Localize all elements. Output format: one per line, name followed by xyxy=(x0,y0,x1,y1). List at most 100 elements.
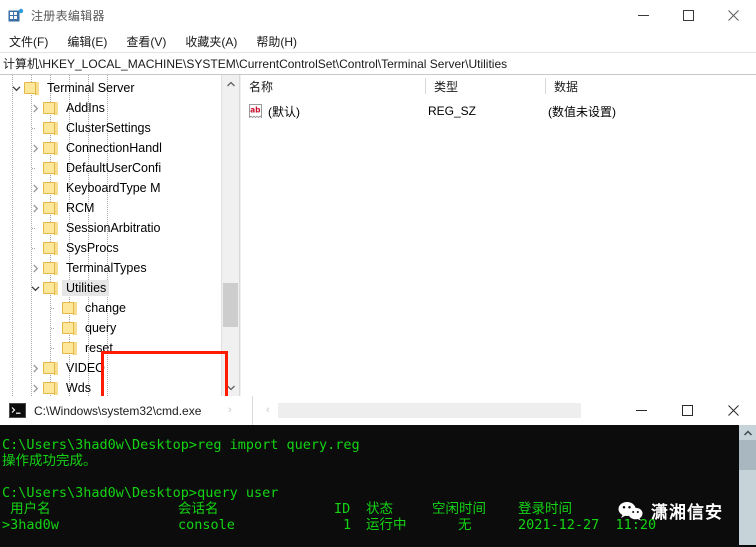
query-user-header-idle: 空闲时间 xyxy=(432,501,486,517)
column-header-type-label: 类型 xyxy=(434,79,459,94)
tree-item-rcm[interactable]: RCM xyxy=(0,198,239,218)
query-user-header-username: 用户名 xyxy=(2,501,51,517)
column-header-type[interactable]: 类型 xyxy=(426,75,546,97)
tree-item-clustersettings[interactable]: ClusterSettings xyxy=(0,118,239,138)
cmd-window: C:\Windows\system32\cmd.exe › ‹ C:\Users… xyxy=(0,396,756,547)
regedit-panes: Terminal Server AddIns ClusterSettings Conn… xyxy=(0,75,756,396)
tree-item-wds[interactable]: Wds xyxy=(0,378,239,396)
folder-icon xyxy=(43,201,60,215)
folder-icon xyxy=(43,281,60,295)
value-name-text: (默认) xyxy=(268,104,300,119)
scroll-up-icon[interactable] xyxy=(222,75,239,92)
tree-item-connectionhandl[interactable]: ConnectionHandl xyxy=(0,138,239,158)
tree-item-query[interactable]: query xyxy=(0,318,239,338)
chevron-right-icon[interactable] xyxy=(27,378,43,396)
maximize-button[interactable] xyxy=(666,0,711,31)
chevron-right-icon[interactable] xyxy=(27,178,43,198)
watermark-text: 潇湘信安 xyxy=(651,503,723,523)
chevron-right-icon[interactable] xyxy=(27,138,43,158)
tree-item-reset[interactable]: reset xyxy=(0,338,239,358)
value-type-cell: REG_SZ xyxy=(428,104,477,118)
folder-icon xyxy=(43,221,60,235)
tree-item-addins[interactable]: AddIns xyxy=(0,98,239,118)
tree-item-label: reset xyxy=(85,341,113,355)
tree-item-change[interactable]: change xyxy=(0,298,239,318)
registry-values-pane[interactable]: 名称 类型 数据 ab (默认) REG_SZ (数值未设置) xyxy=(241,75,756,396)
menu-favorites[interactable]: 收藏夹(A) xyxy=(185,33,237,50)
tree-item-sysprocs[interactable]: SysProcs xyxy=(0,238,239,258)
menu-help[interactable]: 帮助(H) xyxy=(256,33,297,50)
tree-item-label: ClusterSettings xyxy=(66,121,151,135)
console-line-command-2: C:\Users\3had0w\Desktop>query user xyxy=(2,485,279,501)
folder-icon xyxy=(43,141,60,155)
chevron-right-icon[interactable] xyxy=(27,98,43,118)
chevron-right-icon[interactable] xyxy=(27,198,43,218)
tree-connector xyxy=(27,158,43,178)
menu-edit[interactable]: 编辑(E) xyxy=(67,33,107,50)
cmd-close-button[interactable] xyxy=(710,396,756,425)
svg-text:ab: ab xyxy=(250,106,261,115)
tree-item-label: query xyxy=(85,321,117,335)
tree-item-sessionarbitratio[interactable]: SessionArbitratio xyxy=(0,218,239,238)
console-output[interactable]: C:\Users\3had0w\Desktop>reg import query… xyxy=(0,425,756,547)
query-user-cell-id: 1 xyxy=(343,517,352,533)
value-name-cell: ab (默认) xyxy=(248,100,300,122)
console-scrollbar[interactable] xyxy=(739,425,756,547)
tree-connector xyxy=(46,318,62,338)
tree-connector xyxy=(46,338,62,358)
cmd-title-divider xyxy=(252,396,253,425)
address-bar[interactable]: 计算机\HKEY_LOCAL_MACHINE\SYSTEM\CurrentCon… xyxy=(0,52,756,75)
query-user-header-session: 会话名 xyxy=(178,501,219,517)
tree-connector xyxy=(27,238,43,258)
tree-item-label: AddIns xyxy=(66,101,105,115)
scroll-down-icon[interactable] xyxy=(222,379,239,396)
console-line-command-1: C:\Users\3had0w\Desktop>reg import query… xyxy=(2,437,360,453)
query-user-cell-state: 运行中 xyxy=(366,517,407,533)
chevron-down-icon[interactable] xyxy=(8,78,24,98)
values-row[interactable]: ab (默认) REG_SZ (数值未设置) xyxy=(241,100,756,122)
folder-icon xyxy=(43,241,60,255)
tree-item-video[interactable]: VIDEO xyxy=(0,358,239,378)
menu-file[interactable]: 文件(F) xyxy=(9,33,48,50)
cmd-minimize-button[interactable] xyxy=(618,396,664,425)
folder-icon xyxy=(43,361,60,375)
registry-tree-pane[interactable]: Terminal Server AddIns ClusterSettings Conn… xyxy=(0,75,239,396)
registry-tree: Terminal Server AddIns ClusterSettings Conn… xyxy=(0,75,239,396)
cmd-titlebar: C:\Windows\system32\cmd.exe › ‹ xyxy=(0,396,756,425)
tree-scrollbar[interactable] xyxy=(221,75,239,396)
tree-item-label: ConnectionHandl xyxy=(66,141,162,155)
chevron-right-icon[interactable] xyxy=(27,358,43,378)
folder-icon xyxy=(43,181,60,195)
folder-icon xyxy=(43,101,60,115)
tree-item-label: Utilities xyxy=(62,280,110,296)
tree-item-keyboardtype-m[interactable]: KeyboardType M xyxy=(0,178,239,198)
tree-item-utilities[interactable]: Utilities xyxy=(0,278,239,298)
cmd-maximize-button[interactable] xyxy=(664,396,710,425)
column-header-data-label: 数据 xyxy=(554,79,579,94)
tree-item-terminaltypes[interactable]: TerminalTypes xyxy=(0,258,239,278)
close-button[interactable] xyxy=(711,0,756,31)
chevron-down-icon[interactable] xyxy=(27,278,43,298)
cmd-back-chevron: ‹ xyxy=(266,404,270,416)
chevron-right-icon[interactable] xyxy=(27,258,43,278)
column-header-name[interactable]: 名称 xyxy=(241,75,426,97)
tree-item-defaultuserconfi[interactable]: DefaultUserConfi xyxy=(0,158,239,178)
column-header-data[interactable]: 数据 xyxy=(546,75,739,97)
tree-item-label: DefaultUserConfi xyxy=(66,161,162,175)
tree-item-terminal-server[interactable]: Terminal Server xyxy=(0,78,239,98)
menu-view[interactable]: 查看(V) xyxy=(126,33,166,50)
query-user-cell-username: >3had0w xyxy=(2,517,59,533)
tree-scroll-thumb[interactable] xyxy=(223,283,238,327)
console-scroll-thumb[interactable] xyxy=(739,440,756,470)
console-scroll-up-icon[interactable] xyxy=(739,425,756,440)
cmd-window-controls xyxy=(618,396,756,425)
minimize-button[interactable] xyxy=(621,0,666,31)
